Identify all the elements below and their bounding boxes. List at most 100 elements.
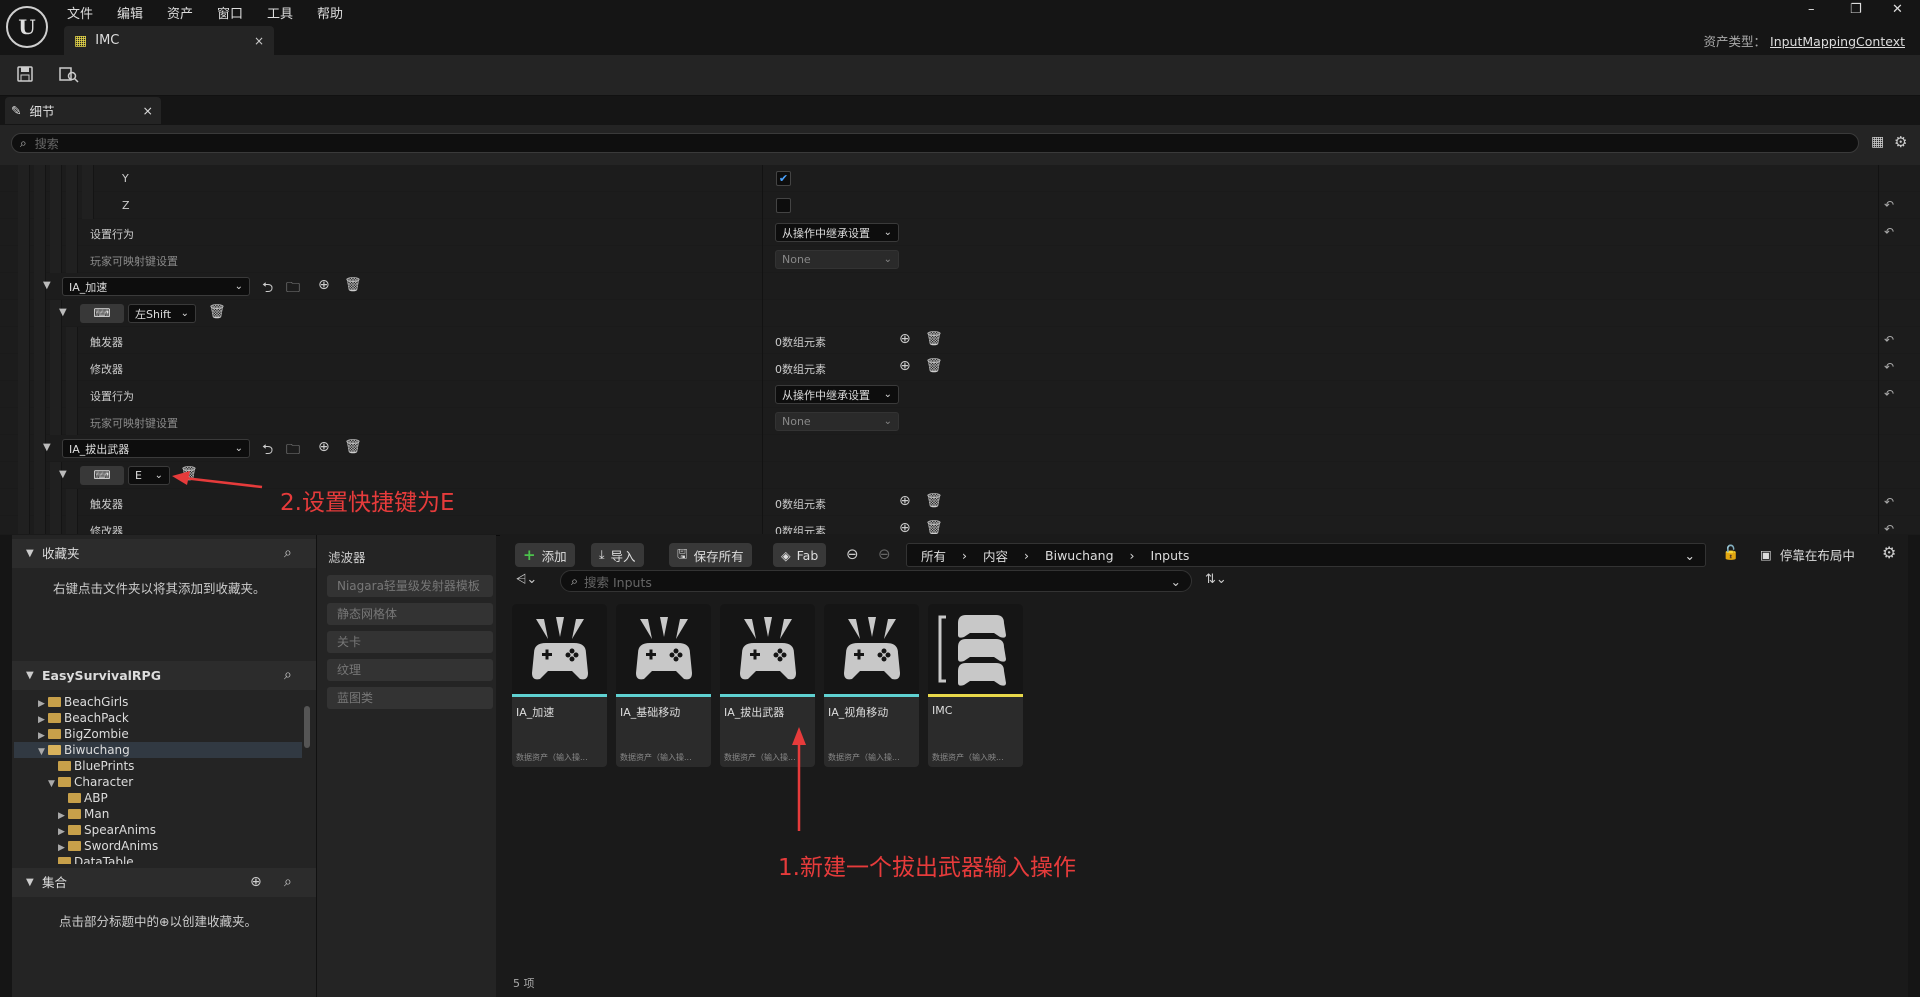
asset-tile-ia-accelerate[interactable]: IA_加速 数据资产（输入操... [512, 604, 607, 767]
trash-icon[interactable]: 🗑 [344, 277, 362, 293]
tree-item-bigzombie[interactable]: ▶ BigZombie [38, 726, 129, 742]
project-header[interactable]: ▼ EasySurvivalRPG ⌕ [12, 661, 316, 690]
z-checkbox[interactable] [776, 198, 791, 213]
keyboard-icon[interactable]: ⌨ [80, 304, 124, 323]
browse-back-icon[interactable]: ⮌ [262, 439, 273, 463]
table-view-icon[interactable]: ▦ [1871, 134, 1884, 150]
details-search-input[interactable]: ⌕ 搜索 [11, 133, 1859, 153]
menu-asset[interactable]: 资产 [167, 3, 193, 22]
tree-item-biwuchang[interactable]: ▼ Biwuchang [14, 742, 302, 758]
menu-edit[interactable]: 编辑 [117, 3, 143, 22]
tab-details[interactable]: ✎ 细节 × [5, 97, 161, 124]
tree-scrollbar[interactable] [304, 706, 310, 748]
reset-arrow-icon[interactable]: ↶ [1884, 495, 1894, 509]
tree-item-character[interactable]: ▼ Character [48, 774, 133, 790]
filter-texture[interactable]: 纹理 [327, 659, 493, 681]
filter-static-mesh[interactable]: 静态网格体 [327, 603, 493, 625]
filter-blueprint[interactable]: 蓝图类 [327, 687, 493, 709]
y-checkbox[interactable]: ✔ [776, 171, 791, 186]
reset-arrow-icon[interactable]: ↶ [1884, 333, 1894, 347]
breadcrumb-content[interactable]: 内容 [983, 546, 1008, 565]
folder-find-icon[interactable]: 🗀 [286, 277, 300, 301]
filter-menu-icon[interactable]: ⩤⌄ [516, 572, 537, 587]
fab-button[interactable]: ◈ Fab [773, 543, 827, 567]
collapse-arrow-icon[interactable]: ▼ [43, 442, 51, 453]
unreal-logo-icon[interactable]: U [6, 6, 48, 48]
keyboard-icon[interactable]: ⌨ [80, 466, 124, 485]
browse-icon[interactable] [58, 65, 80, 85]
behavior-dropdown[interactable]: 从操作中继承设置 ⌄ [775, 385, 899, 404]
asset-tile-ia-view-move[interactable]: IA_视角移动 数据资产（输入操... [824, 604, 919, 767]
lock-icon[interactable]: 🔓 [1722, 545, 1739, 561]
add-button[interactable]: + 添加 [515, 543, 575, 567]
asset-tile-imc[interactable]: IMC 数据资产（输入映... [928, 604, 1023, 767]
behavior-dropdown[interactable]: 从操作中继承设置 ⌄ [775, 223, 899, 242]
dock-in-layout-button[interactable]: ▣ 停靠在布局中 [1760, 545, 1855, 564]
content-search-input[interactable]: ⌕ 搜索 Inputs ⌄ [560, 570, 1192, 592]
tree-item-blueprints[interactable]: BluePrints [58, 758, 134, 774]
save-all-button[interactable]: 🖫 保存所有 [669, 543, 752, 567]
collapse-arrow-icon[interactable]: ▼ [59, 469, 67, 480]
folder-find-icon[interactable]: 🗀 [286, 439, 300, 463]
add-circle-icon[interactable]: ⊕ [318, 277, 330, 293]
tree-item-man[interactable]: ▶ Man [58, 806, 109, 822]
menu-tools[interactable]: 工具 [267, 3, 293, 22]
trash-icon[interactable]: 🗑 [925, 520, 943, 534]
tree-item-abp[interactable]: ABP [68, 790, 108, 806]
tree-item-beachpack[interactable]: ▶ BeachPack [38, 710, 129, 726]
history-back-icon[interactable]: ⊖ [846, 545, 859, 563]
chevron-down-icon[interactable]: ⌄ [1685, 548, 1695, 563]
action-dropdown-ia-accelerate[interactable]: IA_加速 ⌄ [62, 277, 250, 296]
key-selector-e[interactable]: E ⌄ [128, 466, 170, 485]
history-forward-icon[interactable]: ⊖ [878, 545, 891, 563]
reset-arrow-icon[interactable]: ↶ [1884, 225, 1894, 239]
reset-arrow-icon[interactable]: ↶ [1884, 198, 1894, 212]
menu-file[interactable]: 文件 [67, 3, 93, 22]
save-icon[interactable] [14, 65, 36, 85]
trash-icon[interactable]: 🗑 [925, 493, 943, 509]
import-button[interactable]: ⤓ 导入 [591, 543, 644, 567]
tab-imc[interactable]: ▦ IMC × [64, 26, 274, 55]
add-circle-icon[interactable]: ⊕ [899, 493, 911, 509]
search-icon[interactable]: ⌕ [284, 539, 292, 568]
tree-item-swordanims[interactable]: ▶ SwordAnims [58, 838, 158, 854]
search-icon[interactable]: ⌕ [284, 868, 292, 897]
trash-icon[interactable]: 🗑 [925, 331, 943, 347]
tree-item-beachgirls[interactable]: ▶ BeachGirls [38, 694, 128, 710]
key-selector-left-shift[interactable]: 左Shift ⌄ [128, 304, 196, 323]
asset-type-link[interactable]: InputMappingContext [1770, 34, 1905, 49]
reset-arrow-icon[interactable]: ↶ [1884, 360, 1894, 374]
action-dropdown-ia-draw-weapon[interactable]: IA_拔出武器 ⌄ [62, 439, 250, 458]
tab-close-icon[interactable]: × [254, 34, 264, 48]
menu-help[interactable]: 帮助 [317, 3, 343, 22]
player-map-dropdown[interactable]: None ⌄ [775, 250, 899, 269]
breadcrumb-biwuchang[interactable]: Biwuchang [1045, 548, 1114, 563]
tree-item-datatable[interactable]: DataTable [58, 854, 134, 864]
reset-arrow-icon[interactable]: ↶ [1884, 387, 1894, 401]
search-icon[interactable]: ⌕ [284, 661, 292, 690]
details-close-icon[interactable]: × [143, 103, 153, 118]
menu-window[interactable]: 窗口 [217, 3, 243, 22]
collapse-arrow-icon[interactable]: ▼ [59, 307, 67, 318]
filter-niagara[interactable]: Niagara轻量级发射器模板 [327, 575, 493, 597]
add-circle-icon[interactable]: ⊕ [899, 520, 911, 534]
path-breadcrumb[interactable]: 所有 › 内容 › Biwuchang › Inputs ⌄ [906, 543, 1706, 567]
trash-icon[interactable]: 🗑 [925, 358, 943, 374]
breadcrumb-all[interactable]: 所有 [921, 546, 946, 565]
close-window-button[interactable]: ✕ [1892, 2, 1903, 17]
add-circle-icon[interactable]: ⊕ [250, 868, 262, 897]
sort-icon[interactable]: ⇅⌄ [1205, 572, 1227, 587]
favorites-header[interactable]: ▼ 收藏夹 ⌕ [12, 539, 316, 568]
add-circle-icon[interactable]: ⊕ [899, 331, 911, 347]
settings-gear-icon[interactable]: ⚙ [1882, 543, 1896, 562]
player-map-dropdown[interactable]: None ⌄ [775, 412, 899, 431]
minimize-button[interactable]: – [1808, 2, 1815, 17]
add-circle-icon[interactable]: ⊕ [899, 358, 911, 374]
breadcrumb-inputs[interactable]: Inputs [1151, 548, 1190, 563]
add-circle-icon[interactable]: ⊕ [318, 439, 330, 455]
asset-tile-ia-basic-move[interactable]: IA_基础移动 数据资产（输入操... [616, 604, 711, 767]
settings-gear-icon[interactable]: ⚙ [1894, 133, 1907, 151]
trash-icon[interactable]: 🗑 [344, 439, 362, 455]
trash-icon[interactable]: 🗑 [208, 304, 226, 320]
tree-item-spearanims[interactable]: ▶ SpearAnims [58, 822, 156, 838]
